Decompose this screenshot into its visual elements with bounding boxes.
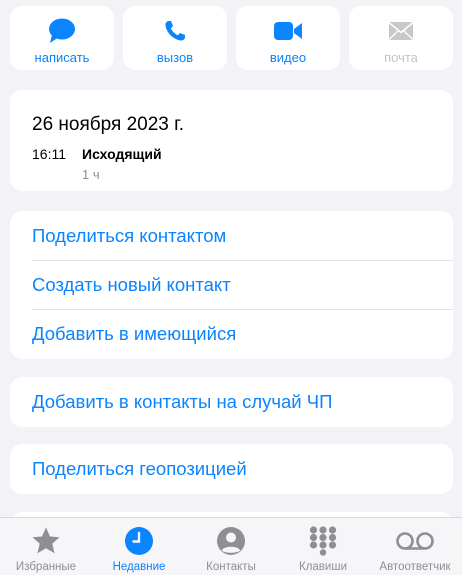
phone-icon xyxy=(163,18,187,44)
tab-recents[interactable]: Недавние xyxy=(93,518,185,575)
call-date: 26 ноября 2023 г. xyxy=(32,114,184,135)
tab-contacts[interactable]: Контакты xyxy=(185,518,277,575)
video-label: видео xyxy=(269,50,307,65)
tab-voicemail-label: Автоответчик xyxy=(379,561,451,573)
mail-icon xyxy=(388,18,414,44)
video-button[interactable]: видео xyxy=(236,6,340,70)
voicemail-icon xyxy=(395,525,435,557)
tab-recents-label: Недавние xyxy=(112,561,166,573)
call-label: вызов xyxy=(156,50,194,65)
video-icon xyxy=(273,18,303,44)
share-contact-button[interactable]: Поделиться контактом xyxy=(10,211,453,260)
add-to-existing-button[interactable]: Добавить в имеющийся xyxy=(10,309,453,358)
quick-actions: написать вызов видео почта xyxy=(0,0,462,78)
tab-voicemail[interactable]: Автоответчик xyxy=(369,518,461,575)
clock-icon xyxy=(124,525,154,557)
mail-button[interactable]: почта xyxy=(349,6,453,70)
emergency-group: Добавить в контакты на случай ЧП xyxy=(10,377,453,427)
tab-bar: Избранные Недавние Контакты Клавиши Авто… xyxy=(0,517,462,575)
create-contact-button[interactable]: Создать новый контакт xyxy=(10,260,453,309)
call-type: Исходящий xyxy=(82,146,162,162)
tab-contacts-label: Контакты xyxy=(206,561,256,573)
recent-call-card: 26 ноября 2023 г. 16:11 Исходящий 1 ч xyxy=(10,90,453,191)
message-icon xyxy=(48,18,76,44)
message-button[interactable]: написать xyxy=(10,6,114,70)
message-label: написать xyxy=(34,50,90,65)
person-icon xyxy=(216,525,246,557)
location-group: Поделиться геопозицией xyxy=(10,444,453,494)
call-button[interactable]: вызов xyxy=(123,6,227,70)
tab-favorites[interactable]: Избранные xyxy=(0,518,92,575)
contact-options-group: Поделиться контактом Создать новый конта… xyxy=(10,211,453,359)
keypad-icon xyxy=(309,525,337,557)
tab-keypad-label: Клавиши xyxy=(299,561,347,573)
call-duration: 1 ч xyxy=(82,167,100,182)
tab-keypad[interactable]: Клавиши xyxy=(277,518,369,575)
call-time: 16:11 xyxy=(32,146,66,162)
share-location-button[interactable]: Поделиться геопозицией xyxy=(10,444,453,494)
tab-favorites-label: Избранные xyxy=(15,561,77,573)
mail-label: почта xyxy=(384,50,418,65)
star-icon xyxy=(31,525,61,557)
add-emergency-contact-button[interactable]: Добавить в контакты на случай ЧП xyxy=(10,377,453,427)
